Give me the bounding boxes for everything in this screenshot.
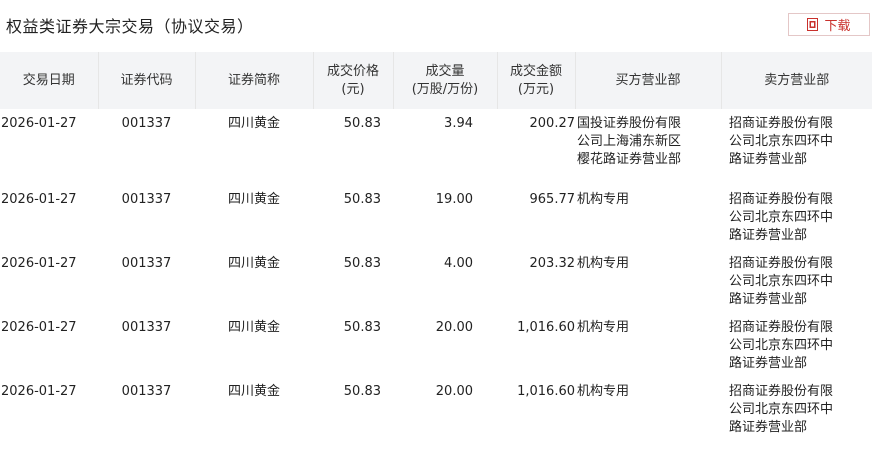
cell-buyer: 机构专用 xyxy=(577,192,630,207)
cell-seller: 招商证券股份有限公司北京东四环中路证券营业部 xyxy=(729,192,834,243)
cell-buyer: 国投证券股份有限公司上海浦东新区樱花路证券营业部 xyxy=(577,116,682,167)
cell-code[interactable]: 001337 xyxy=(98,377,195,441)
cell-amount: 1,016.60 xyxy=(517,320,575,335)
cell-date: 2026-01-27 xyxy=(1,192,77,207)
cell-volume: 20.00 xyxy=(435,384,473,399)
cell-date: 2026-01-27 xyxy=(1,116,77,131)
download-label: 下载 xyxy=(824,19,851,34)
cell-volume: 4.00 xyxy=(444,256,473,271)
cell-code[interactable]: 001337 xyxy=(98,109,195,185)
col-header-buyer[interactable]: 买方营业部 xyxy=(574,52,721,109)
cell-code[interactable]: 001337 xyxy=(98,185,195,249)
cell-amount: 965.77 xyxy=(529,192,576,207)
table-header-row: 交易日期 证券代码 证券简称 成交价格 (元) 成交量 (万股/万份) 成交金额 (万… xyxy=(0,52,872,109)
cell-seller: 招商证券股份有限公司北京东四环中路证券营业部 xyxy=(729,384,834,435)
cell-name[interactable]: 四川黄金 xyxy=(195,313,313,377)
cell-buyer: 机构专用 xyxy=(577,384,630,399)
cell-buyer: 机构专用 xyxy=(577,256,630,271)
cell-name[interactable]: 四川黄金 xyxy=(195,377,313,441)
col-header-price[interactable]: 成交价格 (元) xyxy=(312,52,393,109)
cell-seller: 招商证券股份有限公司北京东四环中路证券营业部 xyxy=(729,116,834,167)
page-header: 权益类证券大宗交易（协议交易） 下载 xyxy=(0,0,872,50)
cell-seller: 招商证券股份有限公司北京东四环中路证券营业部 xyxy=(729,256,834,307)
col-header-amount[interactable]: 成交金额 (万元) xyxy=(496,52,575,109)
table-row: 2026-01-27 001337 四川黄金 50.83 3.94 200.27… xyxy=(0,109,872,185)
cell-name[interactable]: 四川黄金 xyxy=(195,109,313,185)
cell-volume: 3.94 xyxy=(444,116,473,131)
cell-price: 50.83 xyxy=(343,384,381,399)
cell-buyer: 机构专用 xyxy=(577,320,630,335)
cell-seller: 招商证券股份有限公司北京东四环中路证券营业部 xyxy=(729,320,834,371)
cell-amount: 203.32 xyxy=(529,256,576,271)
cell-price: 50.83 xyxy=(343,256,381,271)
cell-price: 50.83 xyxy=(343,116,381,131)
cell-name[interactable]: 四川黄金 xyxy=(195,249,313,313)
file-download-icon xyxy=(807,18,819,31)
cell-date: 2026-01-27 xyxy=(1,320,77,335)
col-header-seller[interactable]: 卖方营业部 xyxy=(720,52,872,109)
cell-date: 2026-01-27 xyxy=(1,384,77,399)
col-header-volume[interactable]: 成交量 (万股/万份) xyxy=(392,52,497,109)
cell-code[interactable]: 001337 xyxy=(98,249,195,313)
col-header-date[interactable]: 交易日期 xyxy=(0,52,98,109)
cell-amount: 200.27 xyxy=(529,116,576,131)
table-row: 2026-01-27 001337 四川黄金 50.83 4.00 203.32… xyxy=(0,249,872,313)
col-header-name[interactable]: 证券简称 xyxy=(194,52,313,109)
page-title: 权益类证券大宗交易（协议交易） xyxy=(6,17,254,36)
table-row: 2026-01-27 001337 四川黄金 50.83 20.00 1,016… xyxy=(0,313,872,377)
table-row: 2026-01-27 001337 四川黄金 50.83 20.00 1,016… xyxy=(0,377,872,441)
cell-name[interactable]: 四川黄金 xyxy=(195,185,313,249)
cell-date: 2026-01-27 xyxy=(1,256,77,271)
block-trade-table: 交易日期 证券代码 证券简称 成交价格 (元) 成交量 (万股/万份) 成交金额 (万… xyxy=(0,52,872,441)
cell-volume: 20.00 xyxy=(435,320,473,335)
cell-price: 50.83 xyxy=(343,192,381,207)
cell-amount: 1,016.60 xyxy=(517,384,575,399)
cell-price: 50.83 xyxy=(343,320,381,335)
cell-volume: 19.00 xyxy=(435,192,473,207)
col-header-code[interactable]: 证券代码 xyxy=(97,52,195,109)
table-row: 2026-01-27 001337 四川黄金 50.83 19.00 965.7… xyxy=(0,185,872,249)
download-button[interactable]: 下载 xyxy=(788,13,870,36)
cell-code[interactable]: 001337 xyxy=(98,313,195,377)
